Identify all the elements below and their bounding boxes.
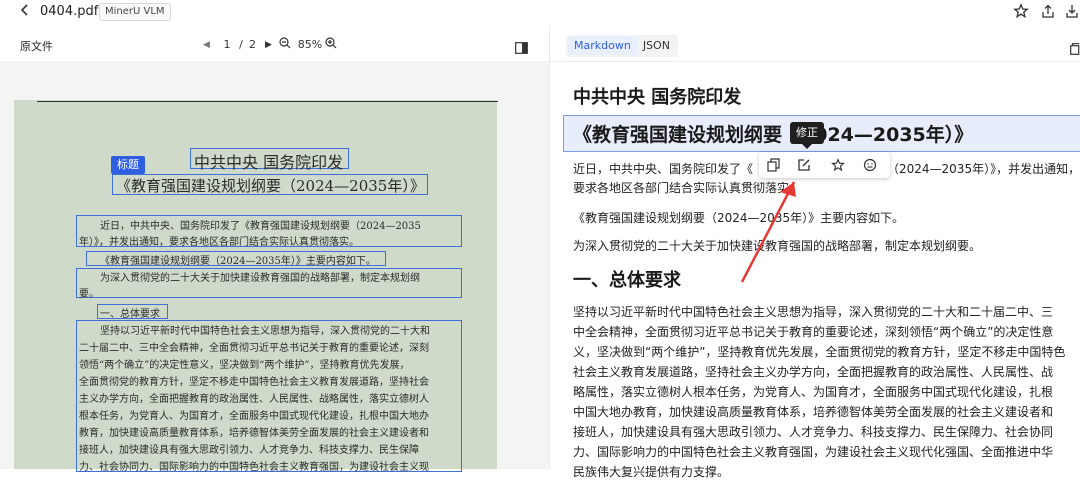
page-line: 接班人，加快建设具有强大思政引领力、人才竞争力、科技支撑力、民生保障 — [79, 445, 419, 456]
current-page[interactable]: 1 — [221, 38, 233, 51]
md-body-line: 中国大地办教育，加快建设高质量教育体系，培养德智体美劳全面发展的社会主义建设者和 — [573, 405, 1054, 419]
download-icon[interactable] — [1064, 3, 1080, 19]
page-line: 根本任务，为党育人、为国育才，全面服务中国式现代化建设，扎根中国大地办 — [79, 411, 429, 422]
prev-page-icon[interactable]: ◀ — [203, 40, 217, 50]
page-line: 主义办学方向，全面把握教育的政治属性、人民属性、战略属性，落实立德树人 — [79, 394, 429, 405]
page-line: 领悟“两个确立”的决定性意义，坚决做到“两个维护”，坚持教育优先发展， — [79, 360, 410, 371]
title-label-badge: 标题 — [111, 156, 145, 174]
tab-markdown[interactable]: Markdown — [568, 37, 637, 55]
md-paragraph: （2024—2035年）》，并发出通知， — [887, 162, 1080, 176]
page-line: 坚持以习近平新时代中国特色社会主义思想为指导，深入贯彻党的二十大和 — [100, 326, 430, 337]
file-name: 0404.pdf — [40, 4, 99, 19]
left-toolbar: 原文件 ◀ 1 / 2 ▶ 85% — [0, 31, 548, 61]
md-heading-2: 中共中央 国务院印发 — [573, 87, 742, 108]
tab-json[interactable]: JSON — [637, 37, 676, 55]
total-pages: 2 — [249, 38, 256, 51]
top-bar: 0404.pdf MinerU VLM — [0, 0, 1080, 26]
md-body-line: 略属性，落实立德树人根本任务，为党育人、为国育才，全面服务中国式现代化建设，扎根 — [573, 385, 1054, 399]
md-body-line: 接班人，加快建设具有强大思政引领力、人才竞争力、科技支撑力、民生保障力、社会协同 — [573, 425, 1054, 439]
page-line: 力、社会协同力、国际影响力的中国特色社会主义教育强国，为建设社会主义现 — [79, 462, 429, 473]
output-tabs: Markdown JSON — [566, 35, 678, 57]
back-icon[interactable] — [18, 3, 32, 21]
original-file-label: 原文件 — [20, 40, 53, 53]
page-line: 二十届二中、三中全会精神，全面贯彻习近平总书记关于教育的重要论述，深刻 — [79, 343, 429, 354]
feedback-icon[interactable] — [863, 157, 879, 173]
md-paragraph: 近日，中共中央、国务院印发了《 — [573, 162, 754, 176]
share-icon[interactable] — [1040, 3, 1056, 19]
md-body-line: 中全会精神，全面贯彻习近平总书记关于教育的重要论述，深刻领悟“两个确立”的决定性… — [573, 325, 1054, 339]
md-body-line: 力、国际影响力的中国特色社会主义教育强国，为建设社会主义现代化强国、全面推进中华 — [573, 445, 1054, 459]
red-arrow-annotation — [740, 181, 796, 283]
md-body-line: 社会主义教育发展道路，坚持社会主义办学方向，全面把握教育的政治属性、人民属性、战 — [573, 365, 1054, 379]
star-block-icon[interactable] — [831, 157, 847, 173]
tabs-divider — [550, 61, 1080, 62]
page-line: 近日，中共中央、国务院印发了《教育强国建设规划纲要（2024—2035 — [100, 221, 421, 232]
zoom-level: 85% — [297, 38, 323, 51]
page-line: 《教育强国建设规划纲要（2024—2035年）》 — [116, 177, 425, 195]
page-line: 要。 — [79, 289, 99, 300]
page-line: 中共中央 国务院印发 — [194, 153, 344, 172]
copy-icon[interactable] — [1070, 40, 1080, 59]
page-line: 年）》，并发出通知，要求各地区各部门结合实际认真贯彻落实。 — [79, 237, 359, 248]
zoom-in-icon[interactable] — [325, 37, 341, 52]
md-body-line: 义，坚决做到“两个维护”，坚持教育优先发展，全面贯彻党的教育方针，坚定不移走中国… — [573, 345, 1066, 359]
page-separator: / — [239, 38, 243, 51]
md-body-line: 坚持以习近平新时代中国特色社会主义思想为指导，深入贯彻党的二十大和二十届二中、三 — [573, 305, 1054, 319]
split-view-icon[interactable] — [515, 39, 528, 58]
model-tag: MinerU VLM — [99, 3, 171, 21]
next-page-icon[interactable]: ▶ — [265, 40, 279, 50]
md-heading-1[interactable]: 《教育强国建设规划纲要（2024—2035年）》 — [573, 120, 973, 147]
star-icon[interactable] — [1013, 3, 1029, 19]
page-top-rule — [37, 101, 498, 102]
zoom-out-icon[interactable] — [279, 37, 295, 52]
page-line: 教育，加快建设高质量教育体系，培养德智体美劳全面发展的社会主义建设者和 — [79, 428, 429, 439]
md-heading-section: 一、总体要求 — [573, 270, 681, 291]
correct-tooltip: 修正 — [790, 122, 824, 149]
page-line: 一、总体要求 — [100, 309, 160, 320]
page-line: 为深入贯彻党的二十大关于加快建设教育强国的战略部署，制定本规划纲 — [100, 273, 420, 284]
pager: ◀ 1 / 2 ▶ 85% — [203, 37, 341, 52]
page-line: 全面贯彻党的教育方针，坚定不移走中国特色社会主义教育发展道路，坚持社会 — [79, 377, 429, 388]
md-body-line: 民族伟大复兴提供有力支撑。 — [573, 465, 730, 479]
panel-divider[interactable] — [549, 26, 550, 469]
page-line: 《教育强国建设规划纲要（2024—2035年）》主要内容如下。 — [100, 256, 376, 267]
